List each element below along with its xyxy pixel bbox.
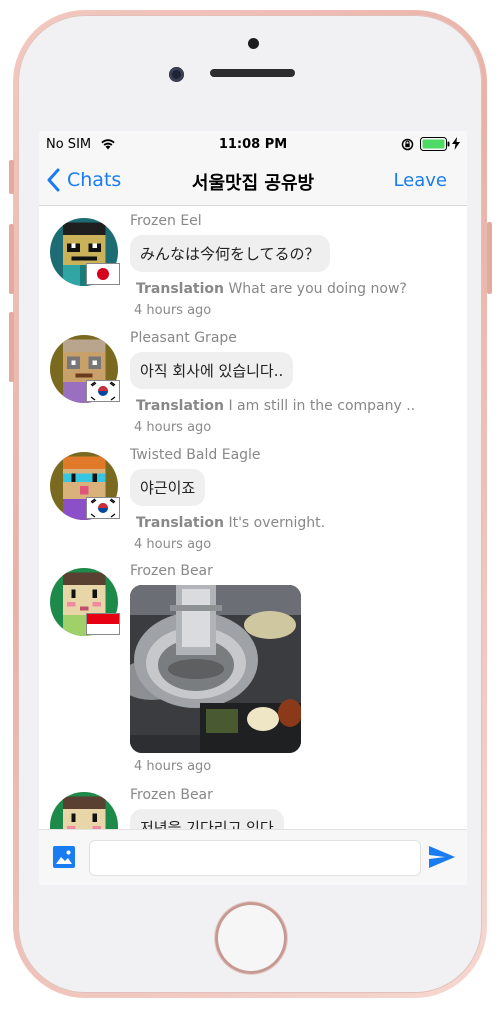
earpiece-speaker — [210, 69, 295, 77]
status-bar: No SIM 11:08 PM — [39, 131, 467, 157]
flag-south-korea-icon — [86, 497, 120, 519]
message-time: 4 hours ago — [134, 420, 212, 435]
flag-south-korea-icon — [86, 380, 120, 402]
translation: Translation What are you doing now? — [136, 281, 407, 297]
translation-text: What are you doing now? — [228, 281, 407, 297]
message-time: 4 hours ago — [134, 537, 212, 552]
translation-label: Translation — [136, 515, 224, 531]
translation-text: It's overnight. — [228, 515, 326, 531]
front-camera — [169, 67, 184, 82]
send-icon[interactable] — [429, 846, 455, 868]
image-icon[interactable] — [53, 846, 75, 868]
rotation-lock-icon — [401, 138, 414, 151]
message-bubble[interactable]: 야근이죠 — [130, 469, 206, 506]
message-time: 4 hours ago — [134, 303, 212, 318]
home-button[interactable] — [215, 902, 287, 974]
mute-switch — [9, 160, 14, 194]
translation-label: Translation — [136, 281, 224, 297]
message-bubble[interactable]: 저녁을 기다리고 있다 — [130, 809, 284, 829]
sender-name: Frozen Eel — [130, 213, 202, 229]
sender-name: Twisted Bald Eagle — [130, 447, 261, 463]
message-input-bar — [39, 829, 467, 885]
sender-name: Frozen Bear — [130, 787, 213, 803]
volume-down-button — [9, 312, 14, 382]
leave-button[interactable]: Leave — [393, 170, 447, 191]
message-bubble[interactable]: みんなは今何をしてるの？ — [130, 235, 330, 272]
proximity-sensor — [248, 38, 259, 49]
translation: Translation It's overnight. — [136, 515, 325, 531]
volume-up-button — [9, 224, 14, 294]
power-button — [487, 222, 492, 294]
flag-japan-icon — [86, 263, 120, 285]
flag-indonesia-icon — [86, 613, 120, 635]
screen: No SIM 11:08 PM Chats 서울맛집 공유방 Leave Fro… — [39, 131, 467, 885]
message-input[interactable] — [89, 840, 421, 876]
translation-label: Translation — [136, 398, 224, 414]
avatar[interactable] — [50, 792, 118, 829]
translation: Translation I am still in the company .. — [136, 398, 415, 414]
message-time: 4 hours ago — [134, 759, 212, 774]
sender-name: Frozen Bear — [130, 563, 213, 579]
message-bubble[interactable]: 아직 회사에 있습니다.. — [130, 352, 294, 389]
message-list[interactable]: Frozen Eel みんなは今何をしてるの？ Translation What… — [39, 206, 467, 829]
battery-icon — [420, 137, 450, 151]
navigation-bar: Chats 서울맛집 공유방 Leave — [39, 157, 467, 206]
sender-name: Pleasant Grape — [130, 330, 237, 346]
bolt-icon — [452, 137, 460, 150]
photo-message[interactable] — [130, 585, 301, 753]
translation-text: I am still in the company .. — [228, 398, 416, 414]
